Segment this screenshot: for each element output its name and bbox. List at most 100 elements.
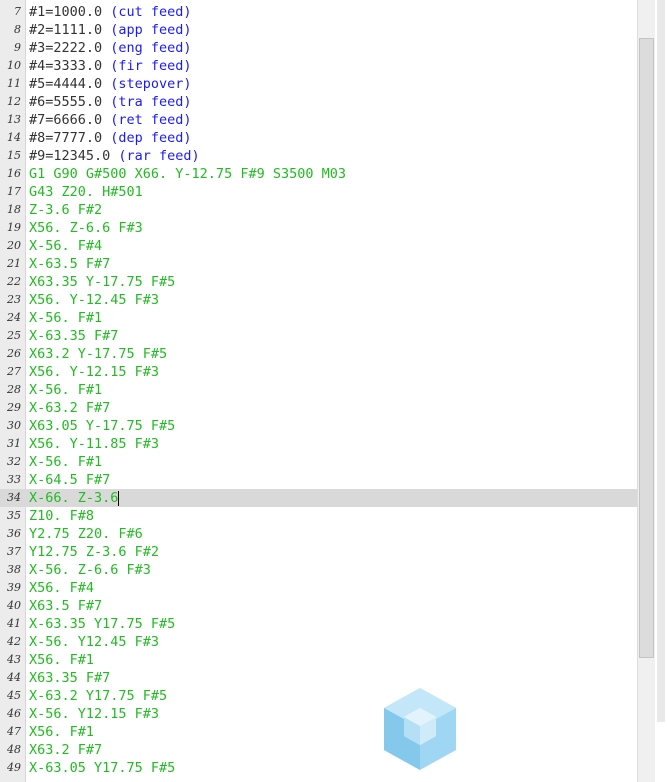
code-line[interactable]: 18 Z-3.6 F#2: [0, 201, 637, 219]
code-text: X-63.5 F#7: [29, 255, 110, 273]
line-number: 27: [7, 365, 21, 378]
code-lines[interactable]: 7 #1=1000.0 (cut feed) 8 #2=1111.0 (app fee…: [0, 3, 637, 777]
code-text: #6=5555.0 (tra feed): [29, 93, 192, 111]
code-line[interactable]: 38 X-56. Z-6.6 F#3: [0, 561, 637, 579]
code-line[interactable]: 33 X-64.5 F#7: [0, 471, 637, 489]
line-number: 10: [7, 59, 21, 72]
code-line[interactable]: 16 G1 G90 G#500 X66. Y-12.75 F#9 S3500 M0…: [0, 165, 637, 183]
code-statement: X63.35 Y-17.75 F#5: [29, 274, 176, 290]
code-line[interactable]: 11 #5=4444.0 (stepover): [0, 75, 637, 93]
cube-logo-icon: [384, 688, 456, 770]
code-line[interactable]: 12 #6=5555.0 (tra feed): [0, 93, 637, 111]
code-line[interactable]: 37 Y12.75 Z-3.6 F#2: [0, 543, 637, 561]
window-edge-bar: [657, 0, 665, 722]
code-statement: X-63.35 Y17.75 F#5: [29, 616, 176, 632]
code-line[interactable]: 35 Z10. F#8: [0, 507, 637, 525]
code-line[interactable]: 20 X-56. F#4: [0, 237, 637, 255]
code-line[interactable]: 24 X-56. F#1: [0, 309, 637, 327]
code-line[interactable]: 31 X56. Y-11.85 F#3: [0, 435, 637, 453]
code-line[interactable]: 19 X56. Z-6.6 F#3: [0, 219, 637, 237]
code-line[interactable]: 14 #8=7777.0 (dep feed): [0, 129, 637, 147]
code-line[interactable]: 48 X63.2 F#7: [0, 741, 637, 759]
code-line[interactable]: 22 X63.35 Y-17.75 F#5: [0, 273, 637, 291]
code-statement: X63.5 F#7: [29, 598, 103, 614]
code-line[interactable]: 25 X-63.35 F#7: [0, 327, 637, 345]
code-statement: X-63.2 F#7: [29, 400, 111, 416]
code-text: #5=4444.0 (stepover): [29, 75, 192, 93]
code-line[interactable]: 13 #7=6666.0 (ret feed): [0, 111, 637, 129]
code-line[interactable]: 49 X-63.05 Y17.75 F#5: [0, 759, 637, 777]
code-line[interactable]: 30 X63.05 Y-17.75 F#5: [0, 417, 637, 435]
code-comment: (cut feed): [110, 4, 192, 20]
code-line[interactable]: 39 X56. F#4: [0, 579, 637, 597]
code-statement: Z-3.6 F#2: [29, 202, 103, 218]
code-line[interactable]: 10 #4=3333.0 (fir feed): [0, 57, 637, 75]
code-editor[interactable]: 7 #1=1000.0 (cut feed) 8 #2=1111.0 (app fee…: [0, 0, 637, 782]
code-comment: (fir feed): [110, 58, 192, 74]
line-number: 29: [7, 401, 21, 414]
code-line[interactable]: 44 X63.35 F#7: [0, 669, 637, 687]
code-line[interactable]: 29 X-63.2 F#7: [0, 399, 637, 417]
code-line[interactable]: 36 Y2.75 Z20. F#6: [0, 525, 637, 543]
code-line[interactable]: 45 X-63.2 Y17.75 F#5: [0, 687, 637, 705]
code-statement: X-56. Z-6.6 F#3: [29, 562, 151, 578]
code-text: #2=1111.0 (app feed): [29, 21, 192, 39]
line-number: 30: [7, 419, 21, 432]
code-line[interactable]: 15 #9=12345.0 (rar feed): [0, 147, 637, 165]
code-statement: G43 Z20. H#501: [29, 184, 143, 200]
code-text: Y2.75 Z20. F#6: [29, 525, 143, 543]
code-line[interactable]: 43 X56. F#1: [0, 651, 637, 669]
code-statement: #5=4444.0: [29, 76, 111, 92]
line-number: 28: [7, 383, 21, 396]
code-text: X56. F#1: [29, 723, 94, 741]
code-line[interactable]: 46 X-56. Y12.15 F#3: [0, 705, 637, 723]
line-number: 21: [7, 257, 21, 270]
code-comment: (ret feed): [110, 112, 192, 128]
code-text: X56. Y-12.45 F#3: [29, 291, 159, 309]
code-line[interactable]: 42 X-56. Y12.45 F#3: [0, 633, 637, 651]
code-text: X63.35 F#7: [29, 669, 110, 687]
code-text: X-56. F#1: [29, 381, 102, 399]
code-line[interactable]: 40 X63.5 F#7: [0, 597, 637, 615]
scrollbar-thumb[interactable]: [639, 38, 654, 658]
code-statement: X-56. F#1: [29, 310, 103, 326]
line-number: 32: [7, 455, 21, 468]
code-statement: Z10. F#8: [29, 508, 95, 524]
code-text: X56. Z-6.6 F#3: [29, 219, 143, 237]
code-statement: X56. Y-12.45 F#3: [29, 292, 160, 308]
line-number: 9: [14, 41, 21, 54]
code-line[interactable]: 21 X-63.5 F#7: [0, 255, 637, 273]
code-line[interactable]: 23 X56. Y-12.45 F#3: [0, 291, 637, 309]
code-text: X-63.2 Y17.75 F#5: [29, 687, 167, 705]
line-number: 14: [7, 131, 21, 144]
code-line[interactable]: 28 X-56. F#1: [0, 381, 637, 399]
code-statement: X56. Y-11.85 F#3: [29, 436, 160, 452]
vertical-scrollbar[interactable]: [637, 0, 656, 782]
code-statement: #1=1000.0: [29, 4, 111, 20]
code-line[interactable]: 26 X63.2 Y-17.75 F#5: [0, 345, 637, 363]
code-comment: (rar feed): [118, 148, 200, 164]
code-text: X-56. Z-6.6 F#3: [29, 561, 151, 579]
line-number: 15: [7, 149, 21, 162]
current-code-line[interactable]: 34 X-66. Z-3.6: [0, 489, 637, 507]
line-number: 48: [7, 743, 21, 756]
code-line[interactable]: 8 #2=1111.0 (app feed): [0, 21, 637, 39]
code-line[interactable]: 17 G43 Z20. H#501: [0, 183, 637, 201]
code-line[interactable]: 47 X56. F#1: [0, 723, 637, 741]
code-text: X63.35 Y-17.75 F#5: [29, 273, 175, 291]
code-line[interactable]: 32 X-56. F#1: [0, 453, 637, 471]
line-number: 11: [7, 77, 21, 90]
code-text: #4=3333.0 (fir feed): [29, 57, 192, 75]
code-line[interactable]: 41 X-63.35 Y17.75 F#5: [0, 615, 637, 633]
line-number: 39: [7, 581, 21, 594]
code-line[interactable]: 9 #3=2222.0 (eng feed): [0, 39, 637, 57]
line-number: 35: [7, 509, 21, 522]
code-statement: X-63.2 Y17.75 F#5: [29, 688, 168, 704]
code-text: Z-3.6 F#2: [29, 201, 102, 219]
code-line[interactable]: 27 X56. Y-12.15 F#3: [0, 363, 637, 381]
code-statement: X56. F#4: [29, 580, 95, 596]
code-text: X-56. Y12.45 F#3: [29, 633, 159, 651]
code-statement: X-56. Y12.45 F#3: [29, 634, 160, 650]
code-line[interactable]: 7 #1=1000.0 (cut feed): [0, 3, 637, 21]
code-text: #9=12345.0 (rar feed): [29, 147, 200, 165]
